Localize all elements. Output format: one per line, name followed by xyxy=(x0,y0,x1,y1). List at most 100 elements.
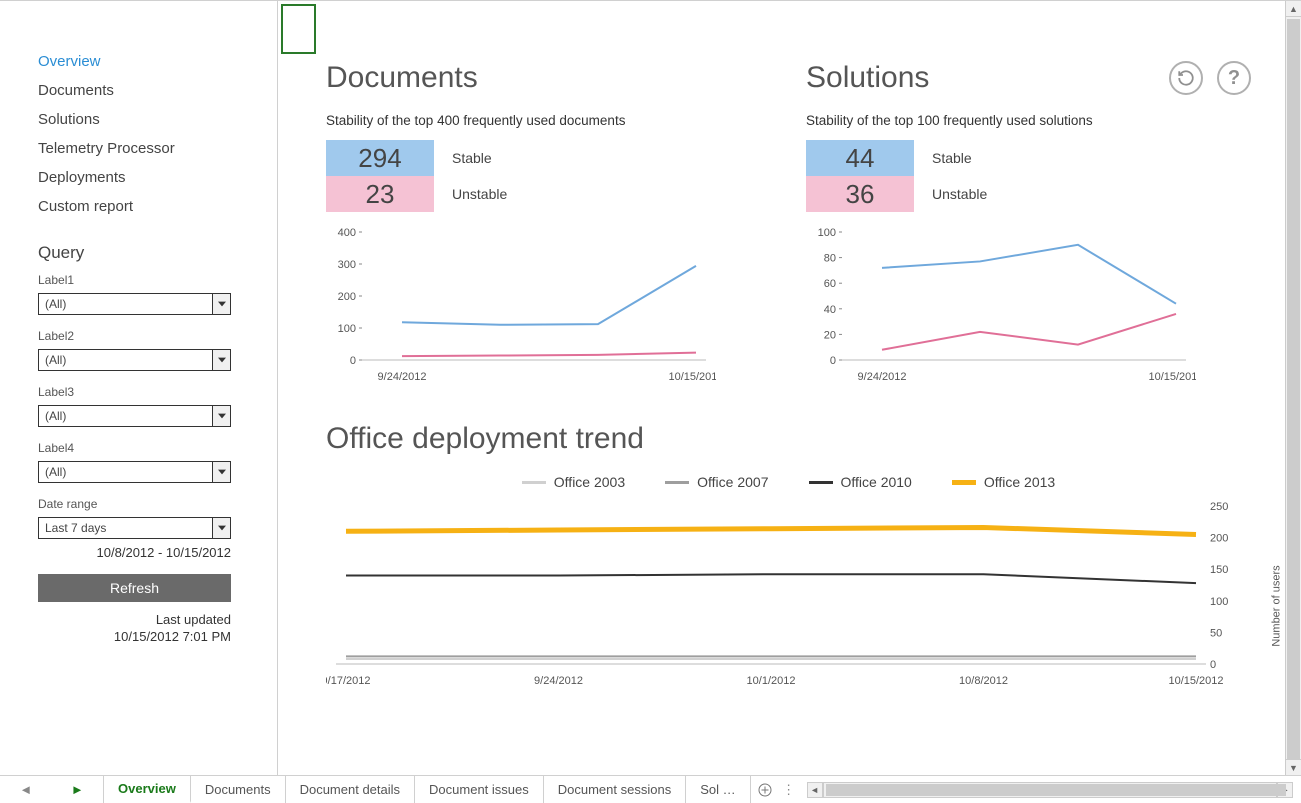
svg-text:100: 100 xyxy=(338,323,356,335)
nav-deployments[interactable]: Deployments xyxy=(38,163,277,192)
tab-sol-more[interactable]: Sol … xyxy=(686,776,750,803)
last-updated-value: 10/15/2012 7:01 PM xyxy=(38,629,231,646)
filter-label-3: Label3 xyxy=(38,385,277,399)
svg-text:9/24/2012: 9/24/2012 xyxy=(858,371,907,383)
svg-text:400: 400 xyxy=(338,227,356,239)
date-range-select[interactable]: Last 7 days xyxy=(38,517,231,539)
svg-text:100: 100 xyxy=(818,227,836,239)
solutions-unstable-label: Unstable xyxy=(932,186,987,202)
svg-text:60: 60 xyxy=(824,278,836,290)
svg-text:0: 0 xyxy=(350,355,356,367)
documents-panel: Documents Stability of the top 400 frequ… xyxy=(326,61,756,386)
filter-value-2: (All) xyxy=(45,353,66,367)
solutions-subtitle: Stability of the top 100 frequently used… xyxy=(806,113,1236,128)
sheet-next-icon[interactable]: ► xyxy=(65,782,90,797)
svg-text:150: 150 xyxy=(1210,564,1228,576)
svg-text:9/24/2012: 9/24/2012 xyxy=(534,675,583,687)
tab-document-sessions[interactable]: Document sessions xyxy=(544,776,686,803)
svg-text:10/1/2012: 10/1/2012 xyxy=(747,675,796,687)
solutions-chart: 0 20 40 60 80 100 9/24/2012 10/15/2012 xyxy=(806,226,1196,386)
last-updated-label: Last updated xyxy=(38,612,231,629)
legend-office-2003: Office 2003 xyxy=(554,474,625,490)
nav-solutions[interactable]: Solutions xyxy=(38,105,277,134)
chevron-down-icon xyxy=(212,406,230,426)
documents-subtitle: Stability of the top 400 frequently used… xyxy=(326,113,756,128)
solutions-unstable-count: 36 xyxy=(806,176,914,212)
svg-text:10/15/2012: 10/15/2012 xyxy=(668,371,716,383)
solutions-panel: Solutions Stability of the top 100 frequ… xyxy=(806,61,1236,386)
svg-text:9/24/2012: 9/24/2012 xyxy=(378,371,427,383)
refresh-button[interactable]: Refresh xyxy=(38,574,231,602)
filter-select-3[interactable]: (All) xyxy=(38,405,231,427)
nav-documents[interactable]: Documents xyxy=(38,76,277,105)
tab-documents[interactable]: Documents xyxy=(191,776,286,803)
svg-text:250: 250 xyxy=(1210,501,1228,513)
sidebar: Overview Documents Solutions Telemetry P… xyxy=(0,1,278,775)
chevron-down-icon xyxy=(212,350,230,370)
documents-title: Documents xyxy=(326,61,756,95)
vertical-scrollbar[interactable]: ▲ ▼ xyxy=(1285,1,1301,775)
svg-text:10/15/2012: 10/15/2012 xyxy=(1148,371,1196,383)
add-sheet-icon[interactable] xyxy=(751,776,779,803)
filter-label-2: Label2 xyxy=(38,329,277,343)
date-range-display: 10/8/2012 - 10/15/2012 xyxy=(38,539,231,560)
horizontal-scrollbar[interactable] xyxy=(823,782,1277,798)
legend-office-2007: Office 2007 xyxy=(697,474,768,490)
solutions-stable-label: Stable xyxy=(932,150,972,166)
nav-overview[interactable]: Overview xyxy=(38,47,277,76)
svg-text:9/17/2012: 9/17/2012 xyxy=(326,675,370,687)
tab-overview[interactable]: Overview xyxy=(104,775,191,803)
svg-text:0: 0 xyxy=(830,355,836,367)
filter-value-1: (All) xyxy=(45,297,66,311)
svg-text:50: 50 xyxy=(1210,627,1222,639)
tab-options-icon[interactable]: ⋮ xyxy=(779,776,799,803)
nav: Overview Documents Solutions Telemetry P… xyxy=(0,19,277,221)
svg-text:10/8/2012: 10/8/2012 xyxy=(959,675,1008,687)
filter-select-2[interactable]: (All) xyxy=(38,349,231,371)
date-range-label: Date range xyxy=(38,497,277,511)
documents-unstable-count: 23 xyxy=(326,176,434,212)
solutions-title: Solutions xyxy=(806,61,1236,95)
active-cell[interactable] xyxy=(281,4,316,54)
legend-office-2013: Office 2013 xyxy=(984,474,1055,490)
main-area: ? Documents Stability of the top 400 fre… xyxy=(278,1,1301,775)
date-range-value: Last 7 days xyxy=(45,521,106,535)
legend-office-2010: Office 2010 xyxy=(841,474,912,490)
trend-title: Office deployment trend xyxy=(326,422,1251,456)
nav-telemetry-processor[interactable]: Telemetry Processor xyxy=(38,134,277,163)
filter-select-4[interactable]: (All) xyxy=(38,461,231,483)
sheet-prev-icon[interactable]: ◄ xyxy=(13,782,38,797)
tab-document-issues[interactable]: Document issues xyxy=(415,776,544,803)
trend-legend: Office 2003 Office 2007 Office 2010 Offi… xyxy=(326,474,1251,490)
svg-text:80: 80 xyxy=(824,253,836,265)
svg-text:100: 100 xyxy=(1210,596,1228,608)
sheet-tab-bar: ◄ ► Overview Documents Document details … xyxy=(0,775,1301,803)
trend-chart: 0501001502002509/17/20129/24/201210/1/20… xyxy=(326,500,1246,700)
filter-label-4: Label4 xyxy=(38,441,277,455)
trend-panel: Office deployment trend Office 2003 Offi… xyxy=(326,422,1251,700)
filter-value-4: (All) xyxy=(45,465,66,479)
svg-text:200: 200 xyxy=(338,291,356,303)
documents-chart: 0 100 200 300 400 9/24/2012 10/15/2012 xyxy=(326,226,716,386)
filter-value-3: (All) xyxy=(45,409,66,423)
filter-select-1[interactable]: (All) xyxy=(38,293,231,315)
scroll-down-icon[interactable]: ▼ xyxy=(1286,759,1301,775)
nav-custom-report[interactable]: Custom report xyxy=(38,192,277,221)
query-title: Query xyxy=(38,243,277,263)
svg-text:10/15/2012: 10/15/2012 xyxy=(1168,675,1223,687)
tab-document-details[interactable]: Document details xyxy=(286,776,415,803)
svg-text:300: 300 xyxy=(338,259,356,271)
chevron-down-icon xyxy=(212,518,230,538)
solutions-stable-count: 44 xyxy=(806,140,914,176)
documents-unstable-label: Unstable xyxy=(452,186,507,202)
svg-text:20: 20 xyxy=(824,329,836,341)
chevron-down-icon xyxy=(212,462,230,482)
documents-stable-label: Stable xyxy=(452,150,492,166)
query-panel: Query Label1 (All) Label2 (All) xyxy=(0,221,277,646)
documents-stable-count: 294 xyxy=(326,140,434,176)
chevron-down-icon xyxy=(212,294,230,314)
sheet-nav: ◄ ► xyxy=(0,776,104,803)
scroll-up-icon[interactable]: ▲ xyxy=(1286,1,1301,17)
scroll-left-icon[interactable]: ◄ xyxy=(807,782,823,798)
svg-text:40: 40 xyxy=(824,304,836,316)
